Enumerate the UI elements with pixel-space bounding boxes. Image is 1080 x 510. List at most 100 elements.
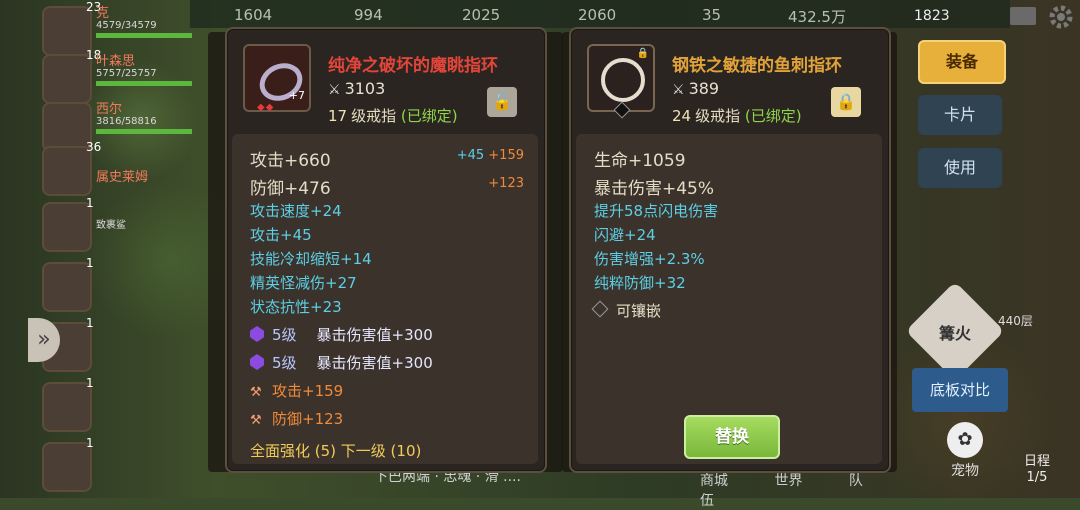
attr-row: 提升58点闪电伤害	[594, 202, 719, 220]
resource-3: 2025	[462, 6, 501, 24]
gem-row: 5级 暴击伤害值+300	[250, 352, 433, 373]
attr-row: 伤害增强+2.3%	[594, 250, 705, 268]
paw-icon: ✿	[947, 422, 983, 458]
item-stats: 攻击+660 +45 +159 防御+476 +123 攻击速度+24 攻击+4…	[232, 134, 538, 464]
party-member[interactable]: 1	[34, 256, 194, 314]
item-header: 🔒 钢铁之敏捷的鱼刺指环 ⚔ 389 24 级戒指 (已绑定) 🔒	[571, 29, 889, 133]
hp-bar	[96, 81, 192, 86]
hammer-icon: ⚒	[250, 413, 262, 428]
item-type: 17 级戒指 (已绑定)	[328, 105, 458, 126]
replace-button[interactable]: 替换	[684, 415, 780, 459]
member-name: 叶森思	[96, 54, 136, 69]
item-level: 17	[328, 107, 348, 125]
stat-defense: 防御+476	[250, 179, 331, 199]
gem-icon	[250, 354, 264, 370]
ring-item-icon[interactable]: 🔒	[587, 44, 655, 119]
item-slot: 级戒指	[695, 107, 741, 125]
schedule-count: 1/5	[1026, 470, 1048, 485]
item-header: +7 ◆◆ 纯净之破坏的魔眺指环 ⚔ 3103 17 级戒指 (已绑定) 🔓	[227, 29, 545, 133]
party-member[interactable]: 36 属史莱姆	[34, 140, 194, 198]
resource-bar: 1604 994 2025 2060 35 432.5万	[190, 0, 1010, 28]
equipped-item-panel: +7 ◆◆ 纯净之破坏的魔眺指环 ⚔ 3103 17 级戒指 (已绑定) 🔓 攻击+…	[225, 27, 547, 473]
attr-row: 纯粹防御+32	[594, 274, 686, 292]
party-member[interactable]: 1	[34, 376, 194, 434]
stat-hp: 生命+1059	[594, 151, 686, 171]
mail-icon[interactable]	[1010, 7, 1036, 25]
attr-row: 攻击速度+24	[250, 202, 342, 220]
pet-button[interactable]: ✿ 宠物	[935, 422, 995, 480]
baseplate-compare-button[interactable]: 底板对比	[912, 368, 1008, 412]
member-level: 1	[86, 436, 94, 450]
attr-row: 状态抗性+23	[250, 298, 342, 316]
gem-icon	[250, 326, 264, 342]
stat-attack-delta: +45 +159	[456, 148, 524, 163]
party-member[interactable]: 1 致裹鲨	[34, 196, 194, 254]
resource-5: 35	[702, 6, 722, 24]
socket-icon	[591, 300, 609, 318]
party-member[interactable]: 1	[34, 436, 194, 494]
enhance-level: +7	[288, 89, 305, 102]
gem-row: 5级 暴击伤害值+300	[250, 324, 433, 345]
socket-icon	[613, 101, 631, 119]
party-list: 23 克 4579/34579 18 叶森思 5757/25757 西尔 381…	[34, 0, 194, 498]
avatar	[42, 382, 92, 432]
bottom-tabs: 商城 世界 队伍	[700, 470, 910, 510]
avatar	[42, 202, 92, 252]
member-hp: 5757/25757	[96, 68, 157, 79]
forge-row: ⚒ 攻击+159	[250, 382, 344, 400]
card-button[interactable]: 卡片	[918, 95, 1002, 135]
member-level: 1	[86, 196, 94, 210]
ring-item-icon[interactable]: +7 ◆◆	[243, 44, 311, 113]
use-button[interactable]: 使用	[918, 148, 1002, 188]
member-hp: 4579/34579	[96, 20, 157, 31]
member-hp: 3816/58816	[96, 116, 157, 127]
hp-bar	[96, 129, 192, 134]
stat-defense-delta: +123	[488, 176, 524, 191]
avatar	[42, 146, 92, 196]
member-name: 致裹鲨	[96, 220, 126, 231]
bound-status: (已绑定)	[400, 107, 458, 125]
bound-status: (已绑定)	[744, 107, 802, 125]
diamond-count: 1823	[914, 8, 950, 24]
resource-6: 432.5万	[788, 8, 846, 26]
member-name: 克	[96, 6, 110, 21]
pet-label: 宠物	[951, 463, 979, 479]
tab-shop[interactable]: 商城	[700, 473, 728, 489]
floor-label: 440层	[998, 314, 1033, 328]
avatar	[42, 262, 92, 312]
tab-world[interactable]: 世界	[774, 473, 802, 489]
avatar	[42, 442, 92, 492]
resource-1: 1604	[234, 6, 273, 24]
lock-icon: 🔒	[636, 48, 649, 59]
bonfire-label: 篝火	[938, 324, 971, 343]
hp-bar	[96, 33, 192, 38]
member-level: 36	[86, 140, 102, 154]
item-power: ⚔ 3103	[328, 79, 386, 98]
member-name: 属史莱姆	[96, 170, 149, 185]
item-type: 24 级戒指 (已绑定)	[672, 105, 802, 126]
fishbone-ring-icon	[601, 58, 645, 102]
attr-row: 攻击+45	[250, 226, 312, 244]
item-slot: 级戒指	[351, 107, 397, 125]
member-name: 西尔	[96, 102, 123, 117]
sword-icon: ⚔	[328, 82, 341, 98]
hammer-icon: ⚒	[250, 385, 262, 400]
item-name: 纯净之破坏的魔眺指环	[328, 56, 498, 76]
member-level: 1	[86, 376, 94, 390]
forge-row: ⚒ 防御+123	[250, 410, 344, 428]
lock-icon[interactable]: 🔒	[831, 87, 861, 117]
member-level: 1	[86, 316, 94, 330]
full-enhance: 全面强化 (5) 下一级 (10)	[250, 442, 422, 460]
resource-4: 2060	[578, 6, 617, 24]
equip-button[interactable]: 装备	[918, 40, 1006, 84]
schedule-label: 日程	[1023, 454, 1050, 469]
compare-item-panel: 🔒 钢铁之敏捷的鱼刺指环 ⚔ 389 24 级戒指 (已绑定) 🔒 生命+1059 …	[569, 27, 891, 473]
socket-row: 可镶嵌	[591, 300, 661, 321]
schedule-button[interactable]: 日程 1/5	[1012, 454, 1062, 486]
attr-row: 精英怪减伤+27	[250, 274, 357, 292]
settings-icon[interactable]	[1048, 4, 1074, 30]
lock-icon[interactable]: 🔓	[487, 87, 517, 117]
item-name: 钢铁之敏捷的鱼刺指环	[672, 56, 842, 76]
stat-attack: 攻击+660	[250, 151, 331, 171]
item-power: ⚔ 389	[672, 79, 720, 98]
